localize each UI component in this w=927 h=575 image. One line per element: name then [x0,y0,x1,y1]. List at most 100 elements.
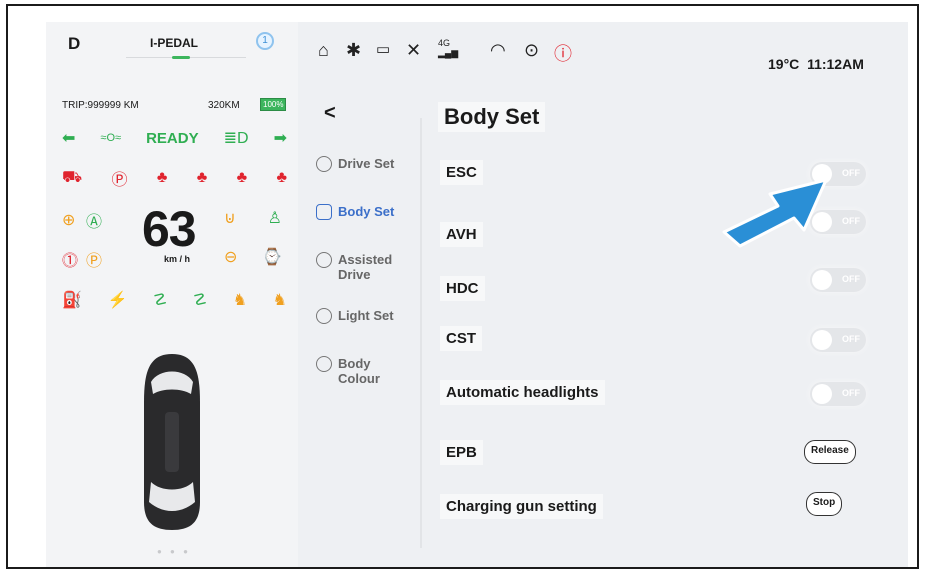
mute-icon[interactable]: ✕ [406,40,421,61]
cst-toggle[interactable]: OFF [810,328,866,352]
driver-attention-icon: ♞ [272,292,287,309]
usb-icon: ▭ [376,41,391,58]
bluetooth-icon[interactable]: ✱ [346,40,361,61]
driver-warning-icon: ♞ [232,292,248,309]
charging-station-icon: ⛽ [62,292,82,309]
gear-indicator: D [68,34,81,53]
setting-row-charging-gun: Charging gun setting [440,492,603,520]
brake-warning-icon: ⓵ [62,253,79,270]
light-icon [316,308,332,324]
toggle-knob [812,270,832,290]
time: 11:12AM [807,56,864,72]
instrument-cluster: D I-PEDAL 1 TRIP:999999 KM 320KM 100% ⬅ … [46,22,298,567]
page-indicator-dots: ● ● ● [157,547,191,556]
setting-label: HDC [440,275,485,301]
seatbelt-passenger-icon: ♣ [276,169,287,186]
menu-divider [420,118,422,548]
charging-gun-stop-button[interactable]: Stop [806,492,843,516]
trip-odometer: TRIP:999999 KM [62,100,139,111]
toggle-text: OFF [842,216,860,226]
menu-item-label: Drive Set [338,156,395,171]
left-turn-signal-icon: ⬅ [62,130,76,147]
infotainment-screen: D I-PEDAL 1 TRIP:999999 KM 320KM 100% ⬅ … [46,22,908,567]
temperature: 19°C [768,56,800,72]
seatbelt-driver-icon: ♣ [236,169,248,186]
epb-release-button[interactable]: Release [804,440,856,464]
toggle-text: OFF [842,388,860,398]
setting-row-hdc: HDC [440,274,485,302]
charge-plug-icon: ⚡ [107,292,128,309]
battery-badge: 100% [260,98,287,111]
clock: 19°C 11:12AM [768,56,864,72]
ipedal-label: I-PEDAL [150,36,198,50]
telltale-left-b: ⓵ Ⓟ [62,247,102,271]
menu-item-assisted-drive[interactable]: Assisted Drive [298,246,420,302]
steering-icon: ⊖ [224,249,238,266]
telltale-right-b: ⊖ ⌚ [224,247,282,267]
menu-item-label: Light Set [338,308,394,323]
status-bar: ⌂ ✱ ▭ ✕ 4G ▂▄▆ ◠ ⊙ ⓘ 19°C 11:12AM [298,22,908,82]
speed-value: 63 [142,201,197,257]
setting-row-automatic-headlights: Automatic headlights [440,378,605,406]
menu-item-drive-set[interactable]: Drive Set [298,150,420,198]
telltale-row-2: ⛟ Ⓟ ♣ ♣ ♣ ♣ [62,166,287,190]
telltale-right-a: ⊍ ♙ [224,208,282,228]
menu-item-label: Body Colour [338,356,380,386]
setting-row-cst: CST [440,324,482,352]
toggle-text: OFF [842,274,860,284]
assisted-drive-icon [316,252,332,268]
setting-label: AVH [440,221,483,247]
seatbelt-2-icon: ♣ [196,169,208,186]
setting-row-epb: EPB [440,438,483,466]
palette-icon [316,356,332,372]
hdc-toggle[interactable]: OFF [810,268,866,292]
annotation-arrow-icon [722,178,828,248]
setting-label: ESC [440,159,483,185]
setting-row-avh: AVH [440,220,483,248]
range-value: 320KM [208,100,240,111]
toggle-knob [812,330,832,350]
cruise-icon: ⌚ [262,249,282,266]
setting-label: Automatic headlights [440,379,605,405]
signal-4g-icon: 4G ▂▄▆ [438,38,459,58]
car-body-icon [316,204,332,220]
back-button[interactable]: < [324,102,336,125]
seatbelt-1-icon: ♣ [156,169,168,186]
menu-item-label: Assisted Drive [338,252,393,282]
toggle-text: OFF [842,334,860,344]
setting-label: CST [440,325,482,351]
toggle-text: OFF [842,168,860,178]
setting-row-esc: ESC [440,158,483,186]
speed-unit: km / h [164,254,191,264]
position-light-icon: ≈O≈ [100,132,122,144]
steering-wheel-icon [316,156,332,172]
setting-label: EPB [440,439,483,465]
info-icon[interactable]: 1 [256,32,274,50]
ipedal-indicator [172,56,190,59]
settings-menu: Drive Set Body Set Assisted Drive Light … [298,150,420,398]
menu-item-body-colour[interactable]: Body Colour [298,350,420,398]
menu-item-light-set[interactable]: Light Set [298,302,420,350]
auto-hold-icon: Ⓐ [85,214,102,231]
tire-pressure-icon: ⊍ [224,210,236,227]
toggle-knob [812,384,832,404]
alert-icon[interactable]: ⓘ [554,40,572,66]
hill-descent-icon: ♙ [267,210,282,227]
esc-off-icon: ☡ [152,292,168,309]
right-turn-signal-icon: ➡ [273,130,287,147]
home-icon[interactable]: ⌂ [318,40,329,61]
ready-indicator: READY [146,129,199,147]
car-top-view-icon [144,354,200,530]
parking-brake-icon: Ⓟ [111,172,128,189]
location-icon[interactable]: ⊙ [524,40,539,61]
menu-item-label: Body Set [338,204,395,219]
network-label: 4G [438,38,451,48]
screenshot-frame: D I-PEDAL 1 TRIP:999999 KM 320KM 100% ⬅ … [6,4,919,569]
telltale-row-5: ⛽ ⚡ ☡ ☡ ♞ ♞ [62,290,287,310]
automatic-headlights-toggle[interactable]: OFF [810,382,866,406]
wifi-icon[interactable]: ◠ [490,40,506,61]
setting-label: Charging gun setting [440,493,603,519]
low-beam-icon: ≣D [223,130,249,147]
menu-item-body-set[interactable]: Body Set [298,198,420,246]
telltale-row-1: ⬅ ≈O≈ READY ≣D ➡ [62,128,287,148]
